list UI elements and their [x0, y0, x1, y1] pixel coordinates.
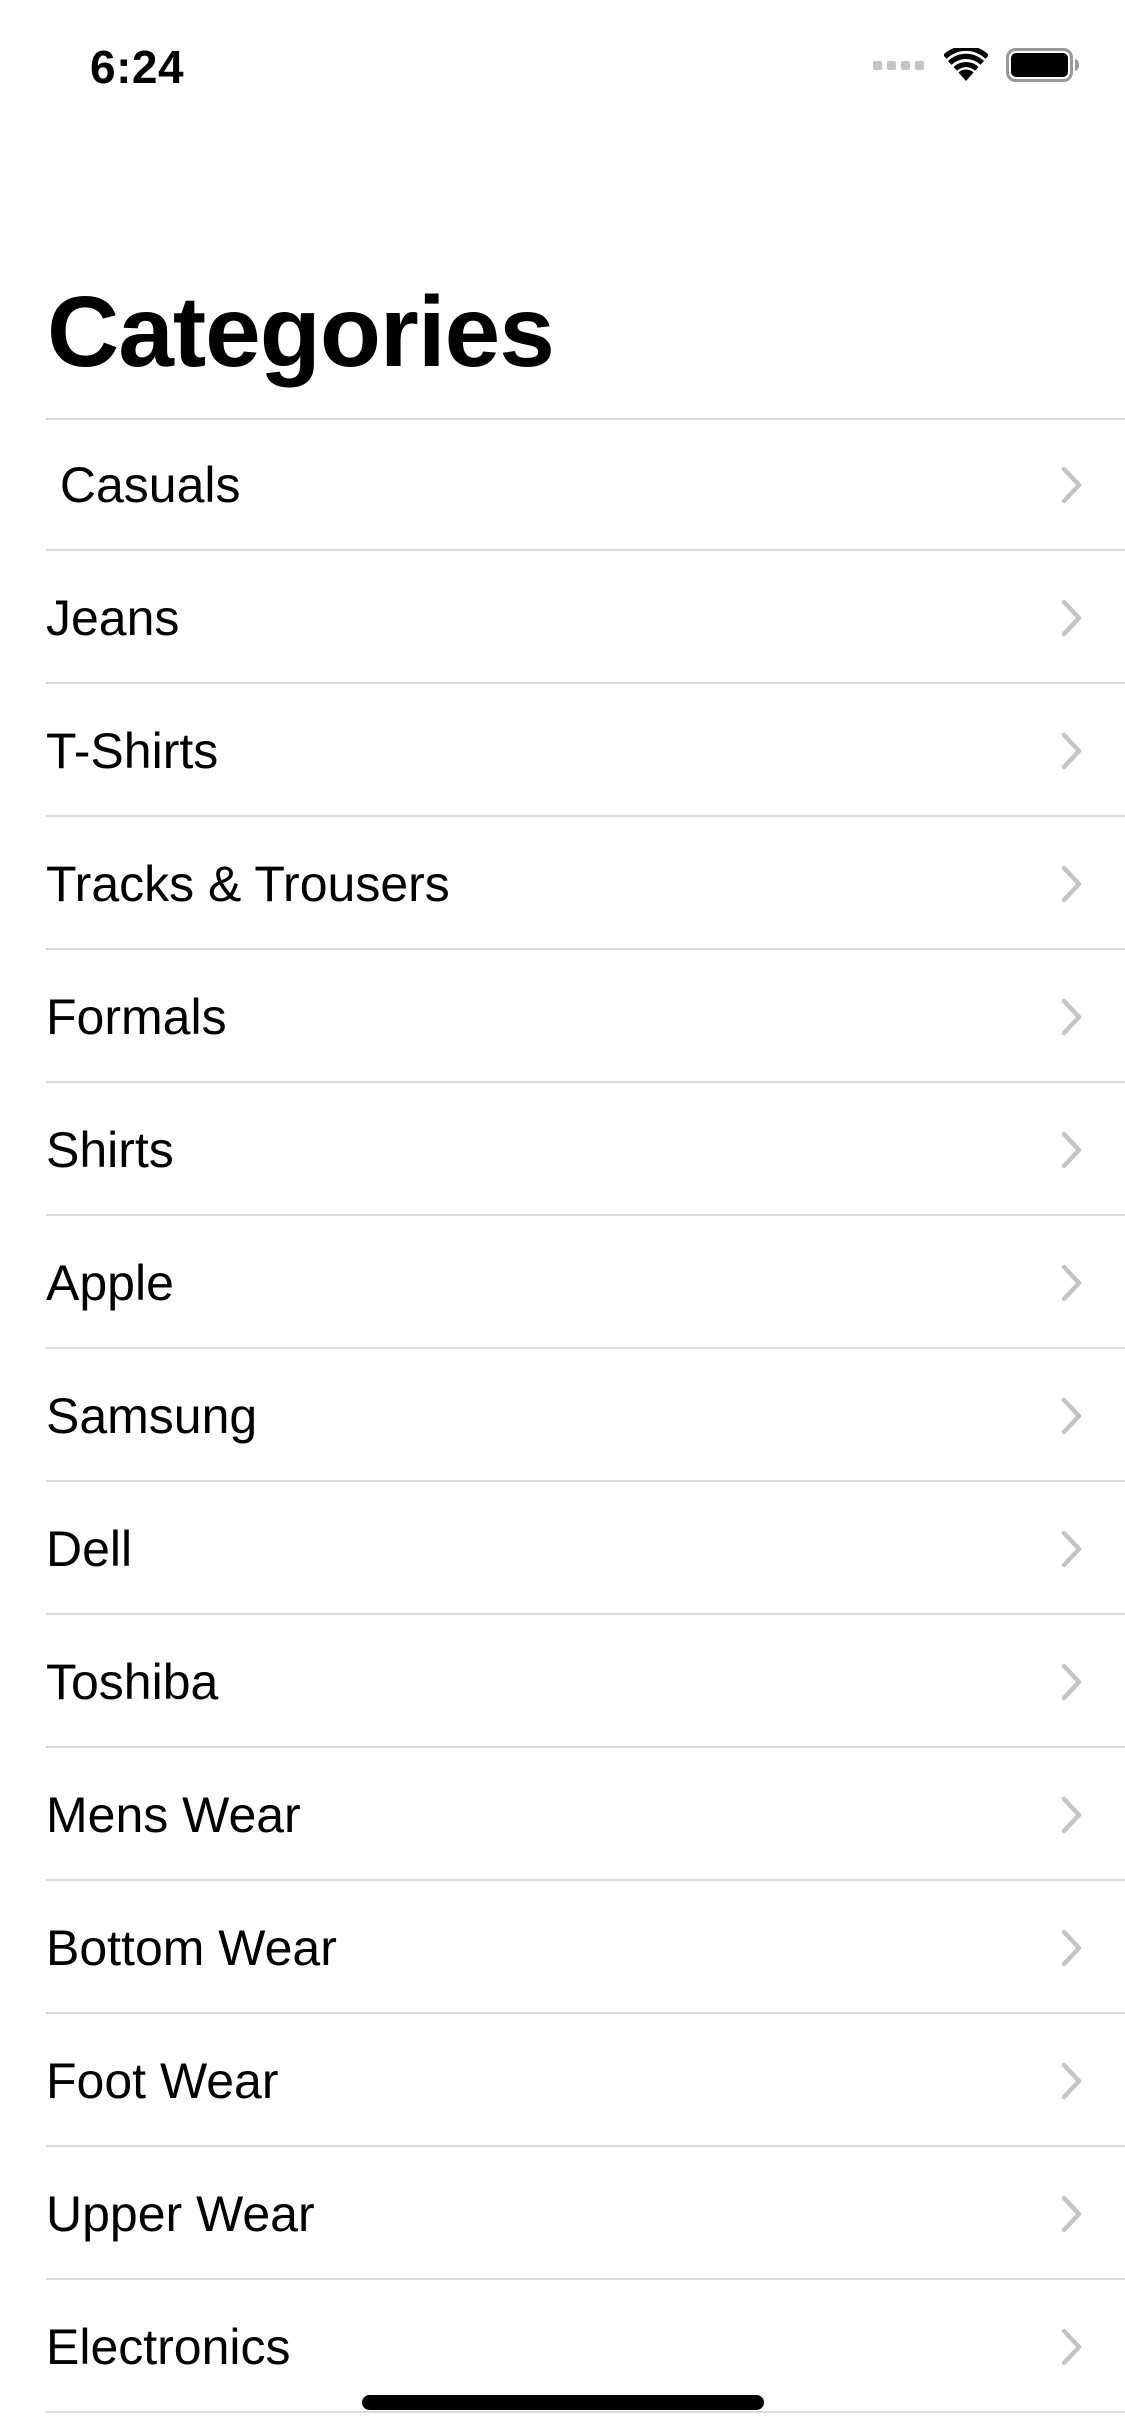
list-item[interactable]: Jeans — [0, 551, 1125, 684]
list-item-label: T-Shirts — [46, 722, 219, 779]
list-item[interactable]: Mens Wear — [0, 1748, 1125, 1881]
list-item[interactable]: Electronics — [0, 2280, 1125, 2413]
list-item-label: Apple — [46, 1254, 174, 1311]
list-item-label: Toshiba — [46, 1653, 219, 1710]
list-item[interactable]: Apple — [0, 1216, 1125, 1349]
home-indicator[interactable] — [362, 2395, 764, 2410]
cellular-signal-icon — [873, 60, 924, 70]
list-item-label: Upper Wear — [46, 2185, 315, 2242]
chevron-right-icon — [1061, 998, 1082, 1035]
list-item[interactable]: Casuals — [0, 418, 1125, 551]
chevron-right-icon — [1061, 2328, 1082, 2365]
list-item-label: Formals — [46, 988, 227, 1045]
chevron-right-icon — [1061, 1530, 1082, 1567]
chevron-right-icon — [1061, 865, 1082, 902]
chevron-right-icon — [1061, 1663, 1082, 1700]
list-item-label: Electronics — [46, 2318, 291, 2375]
list-item-label: Foot Wear — [46, 2052, 279, 2109]
list-item[interactable]: Shirts — [0, 1083, 1125, 1216]
wifi-icon — [944, 48, 988, 81]
status-icons — [873, 48, 1080, 82]
status-time: 6:24 — [90, 41, 185, 93]
chevron-right-icon — [1061, 1131, 1082, 1168]
status-bar: 6:24 — [0, 0, 1125, 132]
list-item-label: Dell — [46, 1520, 133, 1577]
chevron-right-icon — [1061, 466, 1082, 503]
chevron-right-icon — [1061, 1264, 1082, 1301]
list-item-label: Casuals — [46, 456, 241, 513]
list-item[interactable]: Dell — [0, 1482, 1125, 1615]
list-item[interactable]: Formals — [0, 950, 1125, 1083]
list-item[interactable]: Foot Wear — [0, 2014, 1125, 2147]
list-item[interactable]: Samsung — [0, 1349, 1125, 1482]
list-item-label: Shirts — [46, 1121, 174, 1178]
list-item-label: Bottom Wear — [46, 1919, 337, 1976]
page-title: Categories — [47, 276, 555, 388]
chevron-right-icon — [1061, 2062, 1082, 2099]
chevron-right-icon — [1061, 2195, 1082, 2232]
chevron-right-icon — [1061, 1796, 1082, 1833]
category-list: Casuals Jeans T-Shirts Tracks & Trousers… — [0, 418, 1125, 2413]
list-item[interactable]: T-Shirts — [0, 684, 1125, 817]
list-item[interactable]: Upper Wear — [0, 2147, 1125, 2280]
battery-icon — [1006, 48, 1079, 82]
chevron-right-icon — [1061, 1397, 1082, 1434]
list-item-label: Tracks & Trousers — [46, 855, 450, 912]
list-item-label: Jeans — [46, 589, 180, 646]
list-item[interactable]: Tracks & Trousers — [0, 817, 1125, 950]
list-item-label: Samsung — [46, 1387, 258, 1444]
list-item-label: Mens Wear — [46, 1786, 301, 1843]
chevron-right-icon — [1061, 1929, 1082, 1966]
chevron-right-icon — [1061, 599, 1082, 636]
list-item[interactable]: Toshiba — [0, 1615, 1125, 1748]
list-item[interactable]: Bottom Wear — [0, 1881, 1125, 2014]
chevron-right-icon — [1061, 732, 1082, 769]
